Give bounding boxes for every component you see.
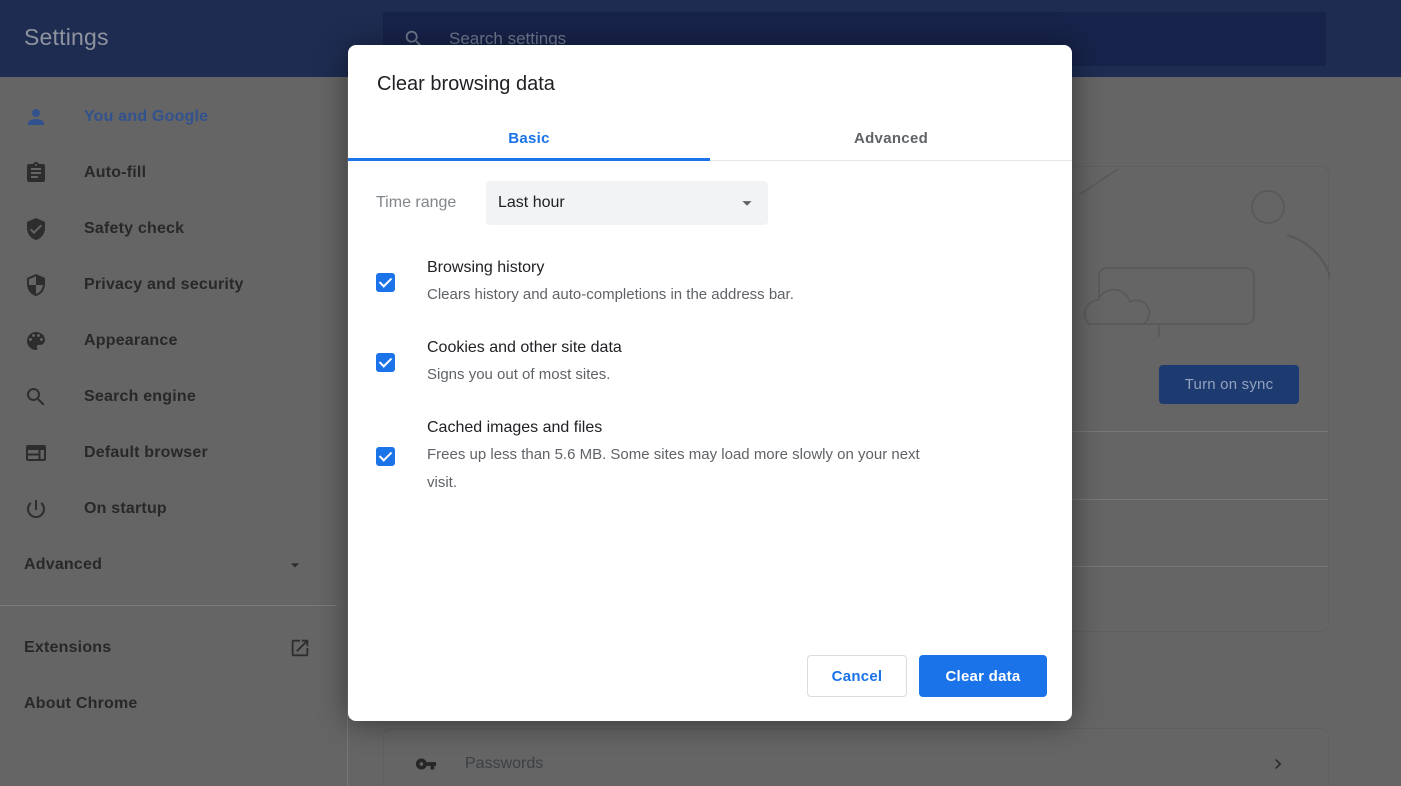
clear-browsing-data-dialog: Clear browsing data Basic Advanced Time … xyxy=(348,45,1072,721)
row-title: Cookies and other site data xyxy=(427,339,622,356)
dialog-checkbox-rows: Browsing history Clears history and auto… xyxy=(376,255,1072,497)
sidebar-nav: You and Google Auto-fill Safety check Pr… xyxy=(0,77,348,732)
turn-on-sync-button[interactable]: Turn on sync xyxy=(1159,365,1299,404)
sidebar-item-default-browser[interactable]: Default browser xyxy=(0,425,348,481)
row-cookies: Cookies and other site data Signs you ou… xyxy=(376,335,1072,389)
sidebar-item-privacy-and-security[interactable]: Privacy and security xyxy=(0,257,348,313)
passwords-label: Passwords xyxy=(465,754,544,772)
cached-images-checkbox[interactable] xyxy=(376,446,395,466)
clear-data-button[interactable]: Clear data xyxy=(919,655,1047,697)
cancel-button[interactable]: Cancel xyxy=(807,655,907,697)
safety-check-icon xyxy=(24,217,48,241)
dialog-tabs: Basic Advanced xyxy=(348,117,1072,161)
row-title: Cached images and files xyxy=(427,419,603,436)
sidebar-item-search-engine[interactable]: Search engine xyxy=(0,369,348,425)
person-icon xyxy=(24,105,48,129)
autofill-icon xyxy=(24,161,48,185)
browsing-history-checkbox[interactable] xyxy=(376,272,395,292)
power-icon xyxy=(24,497,48,521)
sidebar-item-appearance[interactable]: Appearance xyxy=(0,313,348,369)
row-browsing-history: Browsing history Clears history and auto… xyxy=(376,255,1072,309)
sidebar-item-you-and-google[interactable]: You and Google xyxy=(0,89,348,145)
key-icon xyxy=(415,753,437,775)
tab-advanced[interactable]: Advanced xyxy=(710,117,1072,160)
browser-window-icon xyxy=(24,441,48,465)
palette-icon xyxy=(24,329,48,353)
search-icon xyxy=(24,385,48,409)
tab-basic[interactable]: Basic xyxy=(348,117,710,161)
privacy-shield-icon xyxy=(24,273,48,297)
sidebar-item-safety-check[interactable]: Safety check xyxy=(0,201,348,257)
row-description: Frees up less than 5.6 MB. Some sites ma… xyxy=(427,446,920,491)
passwords-row[interactable]: Passwords xyxy=(383,728,1329,786)
open-in-new-icon xyxy=(289,637,311,659)
sidebar-item-extensions[interactable]: Extensions xyxy=(0,620,337,676)
chevron-down-icon xyxy=(736,192,758,214)
sidebar-advanced-expander[interactable]: Advanced xyxy=(0,537,337,593)
chevron-down-icon xyxy=(285,555,305,575)
sidebar: You and Google Auto-fill Safety check Pr… xyxy=(0,77,348,786)
chevron-right-icon xyxy=(1268,754,1288,774)
row-description: Clears history and auto-completions in t… xyxy=(427,286,794,303)
row-title: Browsing history xyxy=(427,259,545,276)
sidebar-item-autofill[interactable]: Auto-fill xyxy=(0,145,348,201)
row-cached-images: Cached images and files Frees up less th… xyxy=(376,415,1072,497)
sidebar-divider xyxy=(0,605,337,606)
page-title: Settings xyxy=(24,24,109,50)
time-range-select[interactable]: Last hour xyxy=(486,181,768,225)
row-description: Signs you out of most sites. xyxy=(427,366,611,383)
time-range-row: Time range Last hour xyxy=(376,181,1072,225)
dialog-footer: Cancel Clear data xyxy=(807,655,1072,721)
dialog-title: Clear browsing data xyxy=(377,73,555,95)
cookies-checkbox[interactable] xyxy=(376,352,395,372)
time-range-value: Last hour xyxy=(498,194,565,211)
time-range-label: Time range xyxy=(376,194,457,211)
sidebar-item-on-startup[interactable]: On startup xyxy=(0,481,348,537)
sidebar-item-about-chrome[interactable]: About Chrome xyxy=(0,676,337,732)
